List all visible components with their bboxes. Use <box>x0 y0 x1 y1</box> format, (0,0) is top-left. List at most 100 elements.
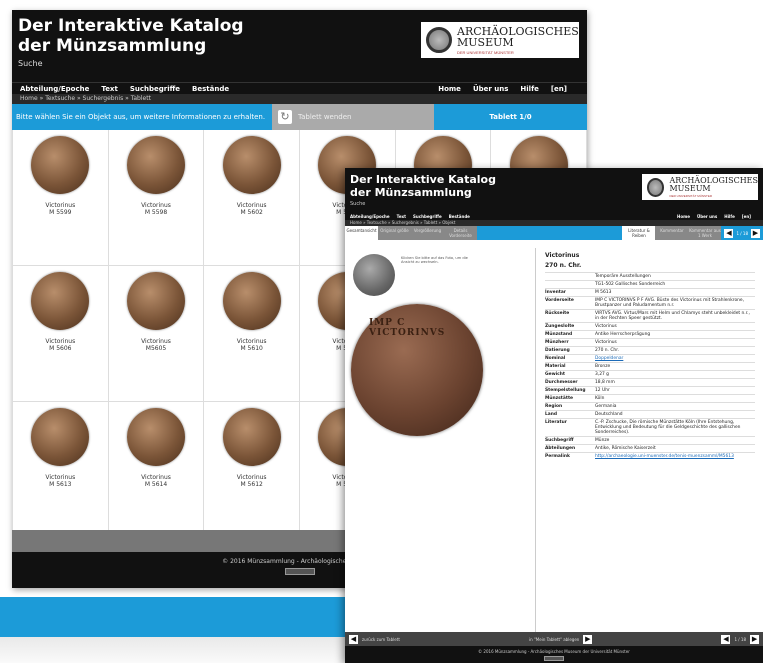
nav-lang[interactable]: [en] <box>742 214 751 219</box>
coin-image[interactable] <box>126 136 185 194</box>
detail-row: Permalink http://archaeologie.uni-muenste… <box>545 452 755 460</box>
add-to-tablet-link[interactable]: in "Mein Tablett" ablegen <box>529 637 579 642</box>
detail-value: Antike Herrscherprägung <box>595 332 651 337</box>
add-arrow-icon[interactable]: ▶ <box>583 634 593 644</box>
coin-image[interactable] <box>222 272 281 330</box>
back-arrow-icon[interactable]: ◀ <box>349 634 358 644</box>
nav-home[interactable]: Home <box>677 214 690 219</box>
detail-value: Deutschland <box>595 412 623 417</box>
detail-value[interactable]: Doppeldenar <box>595 356 755 361</box>
tab-literature[interactable]: Literatur & Reiben <box>622 226 656 240</box>
detail-key <box>545 282 595 287</box>
detail-value: Germania <box>595 404 617 409</box>
detail-key: Rückseite <box>545 311 570 316</box>
coin-image[interactable] <box>126 272 185 330</box>
search-link[interactable]: Suche <box>18 59 43 68</box>
coin-image[interactable] <box>126 408 185 466</box>
detail-row: Durchmesser 18,8 mm <box>545 378 755 386</box>
page-title: Der Interaktive Katalog der Münzsammlung <box>350 173 496 199</box>
main-nav: Abteilung/Epoche Text Suchbegriffe Bestä… <box>345 212 763 220</box>
nav-about[interactable]: Über uns <box>473 85 508 93</box>
page-title: Der Interaktive Katalog der Münzsammlung <box>18 16 244 56</box>
logo-line2: MUSEUM <box>669 183 711 193</box>
back-to-tablet-link[interactable]: zurück zum Tablett <box>362 637 400 642</box>
coin-cell[interactable]: Victorinus M 5599 <box>13 130 109 266</box>
turn-label: Tablett wenden <box>298 113 352 121</box>
tab-details[interactable]: Details Vorderseite <box>444 226 477 240</box>
coin-image[interactable] <box>31 408 90 466</box>
coin-name: Victorinus <box>236 338 267 345</box>
detail-row: Gewicht 3,27 g <box>545 370 755 378</box>
coin-name: Victorinus <box>45 338 76 345</box>
coin-image[interactable] <box>31 136 90 194</box>
museum-logo[interactable]: ARCHÄOLOGISCHES MUSEUM DER UNIVERSITÄT M… <box>421 22 579 58</box>
nav-bestaende[interactable]: Bestände <box>449 214 470 219</box>
tab-zoom[interactable]: Vergrößerung <box>411 226 444 240</box>
detail-row: Literatur C.-P. Zschucke, Die römische Mü… <box>545 418 755 436</box>
coin-large-image[interactable]: IMP C VICTORINVS <box>351 304 483 436</box>
museum-logo[interactable]: ARCHÄOLOGISCHES MUSEUM DER UNIVERSITÄT M… <box>642 174 758 200</box>
tab-original-size[interactable]: Original größe <box>378 226 411 240</box>
next-arrow-icon[interactable]: ▶ <box>751 228 760 238</box>
detail-value: TG1-502 Gallisches Sonderreich <box>595 282 666 287</box>
detail-value[interactable]: http://archaeologie.uni-muenster.de/teni… <box>595 454 755 459</box>
coin-image[interactable] <box>222 136 281 194</box>
cc-badge-icon[interactable] <box>284 568 315 575</box>
coin-cell[interactable]: Victorinus M 5613 <box>13 402 109 538</box>
tab-overview[interactable]: Gesamtansicht <box>345 226 378 240</box>
coin-legend: IMP C VICTORINVS <box>369 318 446 338</box>
nav-suchbegriffe[interactable]: Suchbegriffe <box>413 214 442 219</box>
coin-logo-icon <box>647 177 665 197</box>
cc-badge-icon[interactable] <box>544 656 564 661</box>
nav-abteilung[interactable]: Abteilung/Epoche <box>350 214 390 219</box>
tab-comment[interactable]: Kommentar <box>655 226 689 240</box>
coin-cell[interactable]: Victorinus M 5614 <box>108 402 205 538</box>
nav-lang[interactable]: [en] <box>551 85 567 93</box>
image-panel: Klicken Sie bitte auf das Foto, um die A… <box>345 248 531 628</box>
nav-about[interactable]: Über uns <box>697 214 717 219</box>
view-tabs: Gesamtansicht Original größe Vergrößerun… <box>345 226 763 240</box>
pager-bottom: 1 / 18 <box>734 636 747 642</box>
coin-name: Victorinus <box>45 474 76 481</box>
detail-table: Temporäre Ausstellungen TG1-502 Gallische… <box>545 272 755 460</box>
detail-row: Münzherr Victorinus <box>545 338 755 346</box>
detail-row: Rückseite VIRTVS AVG. Virtus/Mars mit Hel… <box>545 309 755 322</box>
coin-thumbnail[interactable] <box>353 254 395 296</box>
coin-cell[interactable]: Victorinus M 5602 <box>204 130 300 266</box>
nav-help[interactable]: Hilfe <box>724 214 735 219</box>
detail-key: Inventar <box>545 290 566 295</box>
coin-cell[interactable]: Victorinus M 5606 <box>13 266 109 402</box>
nav-bestaende[interactable]: Bestände <box>192 85 229 93</box>
tab-comment-work[interactable]: Kommentar aus 1 Werk <box>688 226 722 240</box>
nav-abteilung[interactable]: Abteilung/Epoche <box>20 85 89 93</box>
search-link[interactable]: Suche <box>350 201 365 207</box>
turn-tablet-button[interactable]: ↻ Tablett wenden <box>272 104 434 130</box>
coin-cell[interactable]: Victorinus M 5598 <box>108 130 205 266</box>
footer-bar: ◀ zurück zum Tablett in "Mein Tablett" a… <box>345 632 763 646</box>
detail-value: 270 n. Chr. <box>595 348 619 353</box>
coin-cell[interactable]: Victorinus M5605 <box>108 266 205 402</box>
coin-cell[interactable]: Victorinus M 5612 <box>204 402 300 538</box>
coin-cell[interactable]: Victorinus M 5610 <box>204 266 300 402</box>
nav-text[interactable]: Text <box>101 85 117 93</box>
detail-row: Nominal Doppeldenar <box>545 354 755 362</box>
prev-arrow-icon[interactable]: ◀ <box>724 228 734 238</box>
nav-text[interactable]: Text <box>397 214 406 219</box>
logo-sub: DER UNIVERSITÄT MÜNSTER <box>669 193 713 198</box>
detail-key: Münzherr <box>545 340 569 345</box>
prev-arrow-icon[interactable]: ◀ <box>721 634 731 644</box>
detail-row: TG1-502 Gallisches Sonderreich <box>545 280 755 288</box>
coin-id: M5605 <box>145 345 167 352</box>
coin-image[interactable] <box>222 408 281 466</box>
rotate-icon: ↻ <box>278 110 292 124</box>
logo-sub: DER UNIVERSITÄT MÜNSTER <box>457 49 514 55</box>
breadcrumb: Home » Textsuche » Suchergebnis » Tablet… <box>12 94 587 104</box>
main-nav: Abteilung/Epoche Text Suchbegriffe Bestä… <box>12 82 587 94</box>
next-arrow-icon[interactable]: ▶ <box>750 634 760 644</box>
detail-key: Gewicht <box>545 372 565 377</box>
nav-help[interactable]: Hilfe <box>520 85 538 93</box>
nav-home[interactable]: Home <box>438 85 461 93</box>
coin-image[interactable] <box>31 272 90 330</box>
detail-row: Zungeslolte Victorinus <box>545 322 755 330</box>
nav-suchbegriffe[interactable]: Suchbegriffe <box>130 85 180 93</box>
